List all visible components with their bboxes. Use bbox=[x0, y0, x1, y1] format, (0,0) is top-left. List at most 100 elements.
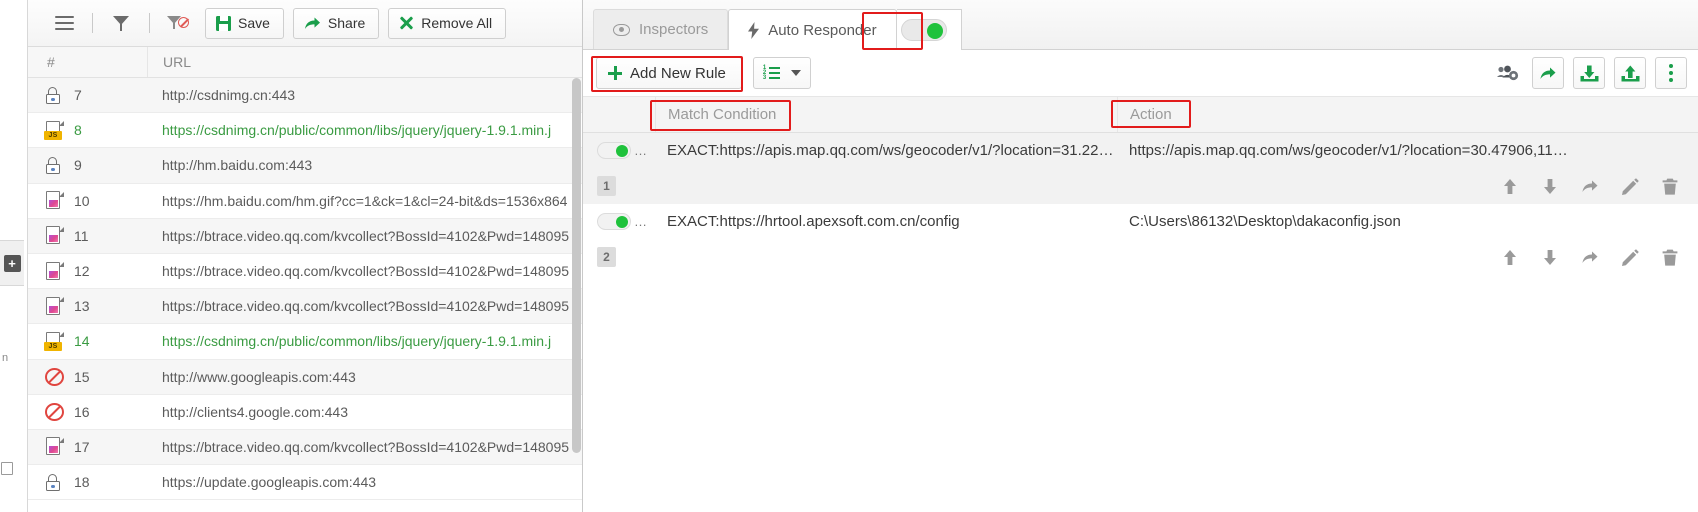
move-down-icon[interactable] bbox=[1539, 246, 1561, 268]
table-row[interactable]: 13 https://btrace.video.qq.com/kvcollect?… bbox=[28, 289, 582, 325]
column-header-url[interactable]: URL bbox=[147, 47, 582, 77]
table-row[interactable]: 17 https://btrace.video.qq.com/kvcollect?… bbox=[28, 429, 582, 466]
move-up-icon[interactable] bbox=[1499, 175, 1521, 197]
session-url-cell: https://csdnimg.cn/public/common/libs/jq… bbox=[162, 122, 552, 139]
session-url-cell: https://hm.baidu.com/hm.gif?cc=1&ck=1&cl… bbox=[162, 192, 568, 209]
rule-row-actions bbox=[1499, 246, 1698, 268]
delete-icon[interactable] bbox=[1659, 175, 1681, 197]
table-row[interactable]: 15 http://www.googleapis.com:443 bbox=[28, 359, 582, 395]
session-toolbar: Save Share Remove All bbox=[28, 0, 582, 47]
rule-index-row: 2 bbox=[583, 239, 1698, 275]
tab-inspectors-label: Inspectors bbox=[639, 21, 709, 38]
group-settings-icon bbox=[1497, 65, 1519, 80]
tab-auto-responder[interactable]: Auto Responder bbox=[728, 9, 897, 50]
table-row[interactable]: 16 http://clients4.google.com:443 bbox=[28, 395, 582, 430]
rule-index-badge: 1 bbox=[597, 176, 616, 196]
scrollbar-thumb[interactable] bbox=[572, 78, 581, 453]
share-icon[interactable] bbox=[1579, 175, 1601, 197]
rule-row[interactable]: … EXACT:https://hrtool.apexsoft.com.cn/co… bbox=[583, 204, 1698, 239]
import-rules-button[interactable] bbox=[1573, 57, 1605, 89]
bolt-icon bbox=[748, 21, 760, 39]
auto-responder-toolbar-right bbox=[1493, 57, 1687, 89]
table-row[interactable]: 10 https://hm.baidu.com/hm.gif?cc=1&ck=1&… bbox=[28, 184, 582, 219]
add-new-rule-label: Add New Rule bbox=[630, 64, 726, 82]
toolbar-separator-2 bbox=[149, 13, 150, 33]
move-up-icon[interactable] bbox=[1499, 246, 1521, 268]
edge-stub-box-icon bbox=[1, 462, 13, 475]
edit-icon[interactable] bbox=[1619, 175, 1641, 197]
column-header-number[interactable]: # bbox=[28, 54, 147, 70]
session-id-cell: 9 bbox=[28, 156, 147, 174]
edit-icon[interactable] bbox=[1619, 246, 1641, 268]
column-header-action[interactable]: Action bbox=[1117, 97, 1698, 132]
save-icon bbox=[216, 15, 231, 31]
table-row[interactable]: 7 http://csdnimg.cn:443 bbox=[28, 78, 582, 114]
rule-action: https://apis.map.qq.com/ws/geocoder/v1/?… bbox=[1129, 142, 1568, 159]
session-url-cell: https://btrace.video.qq.com/kvcollect?Bo… bbox=[162, 298, 570, 315]
save-button-label: Save bbox=[238, 15, 270, 31]
rules-grid-header: Match Condition Action bbox=[583, 97, 1698, 133]
session-url-cell: https://btrace.video.qq.com/kvcollect?Bo… bbox=[162, 438, 570, 455]
session-url-cell: http://clients4.google.com:443 bbox=[162, 403, 349, 420]
table-row[interactable]: 18 https://update.googleapis.com:443 bbox=[28, 465, 582, 501]
rule-row-actions bbox=[1499, 175, 1698, 197]
delete-icon[interactable] bbox=[1659, 246, 1681, 268]
auto-responder-enable-toggle[interactable] bbox=[900, 19, 947, 41]
share-icon bbox=[304, 16, 321, 31]
more-options-button[interactable] bbox=[1655, 57, 1687, 89]
share-rules-button[interactable] bbox=[1532, 57, 1564, 89]
add-tab-handle[interactable]: + bbox=[0, 240, 24, 286]
tab-inspectors[interactable]: Inspectors bbox=[593, 9, 729, 49]
rule-enable-toggle[interactable] bbox=[597, 142, 631, 159]
table-row[interactable]: 9 http://hm.baidu.com:443 bbox=[28, 148, 582, 184]
session-id-cell: 15 bbox=[28, 367, 147, 386]
rule-index-badge: 2 bbox=[597, 247, 616, 267]
session-id-label: 17 bbox=[74, 438, 90, 455]
save-button[interactable]: Save bbox=[205, 7, 284, 39]
group-settings-button[interactable] bbox=[1493, 58, 1523, 88]
session-id-cell: 11 bbox=[28, 226, 147, 245]
session-list-panel: Save Share Remove All # URL 7 http://csdn… bbox=[28, 0, 583, 512]
export-rules-button[interactable] bbox=[1614, 57, 1646, 89]
share-button[interactable]: Share bbox=[292, 7, 380, 39]
rule-row[interactable]: … EXACT:https://apis.map.qq.com/ws/geocod… bbox=[583, 133, 1698, 168]
rule-list-dropdown-button[interactable]: 1 2 3 bbox=[752, 57, 811, 89]
table-row[interactable]: JS 14 https://csdnimg.cn/public/common/lib… bbox=[28, 324, 582, 360]
rule-action: C:\Users\86132\Desktop\dakaconfig.json bbox=[1129, 213, 1401, 230]
column-header-match-condition[interactable]: Match Condition bbox=[655, 97, 1117, 132]
hamburger-menu-button[interactable] bbox=[46, 6, 82, 40]
session-url-cell: http://csdnimg.cn:443 bbox=[162, 87, 296, 104]
session-id-label: 18 bbox=[74, 474, 90, 491]
session-id-label: 12 bbox=[74, 263, 90, 280]
share-icon[interactable] bbox=[1579, 246, 1601, 268]
js-file-icon: JS bbox=[44, 120, 64, 140]
session-id-label: 15 bbox=[74, 368, 90, 385]
toolbar-separator-1 bbox=[92, 13, 93, 33]
clear-filter-button[interactable] bbox=[160, 6, 196, 40]
session-id-cell: 18 bbox=[28, 473, 147, 491]
enable-toggle-container bbox=[896, 9, 962, 50]
session-list-scrollbar[interactable] bbox=[572, 78, 581, 478]
session-id-cell: JS 14 bbox=[28, 331, 147, 351]
rules-grid-rows: … EXACT:https://apis.map.qq.com/ws/geocod… bbox=[583, 133, 1698, 512]
funnel-disabled-icon bbox=[167, 15, 189, 31]
session-rows-container: 7 http://csdnimg.cn:443 JS 8 https://csdnimg… bbox=[28, 78, 582, 512]
session-id-label: 9 bbox=[74, 157, 82, 174]
session-url-cell: https://csdnimg.cn/public/common/libs/jq… bbox=[162, 333, 552, 350]
remove-all-button[interactable]: Remove All bbox=[388, 7, 507, 39]
add-new-rule-button[interactable]: Add New Rule bbox=[596, 57, 742, 89]
session-id-label: 16 bbox=[74, 403, 90, 420]
eye-icon bbox=[613, 23, 630, 36]
rule-index-row: 1 bbox=[583, 168, 1698, 204]
rule-enable-toggle[interactable] bbox=[597, 213, 631, 230]
table-row[interactable]: JS 8 https://csdnimg.cn/public/common/libs… bbox=[28, 113, 582, 149]
share-button-label: Share bbox=[327, 15, 366, 31]
table-row[interactable]: 11 https://btrace.video.qq.com/kvcollect?… bbox=[28, 218, 582, 254]
table-row[interactable]: 12 https://btrace.video.qq.com/kvcollect?… bbox=[28, 254, 582, 290]
session-id-cell: 16 bbox=[28, 402, 147, 421]
session-id-cell: 13 bbox=[28, 296, 147, 316]
session-id-label: 7 bbox=[74, 87, 82, 104]
js-file-icon: JS bbox=[44, 331, 64, 351]
move-down-icon[interactable] bbox=[1539, 175, 1561, 197]
filter-button[interactable] bbox=[103, 6, 139, 40]
